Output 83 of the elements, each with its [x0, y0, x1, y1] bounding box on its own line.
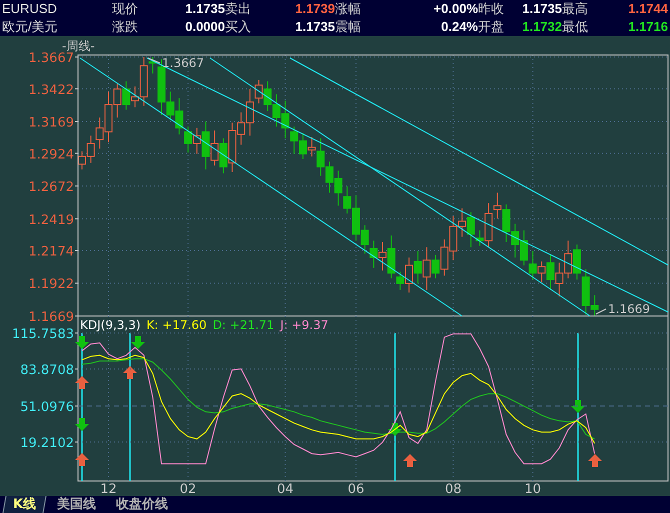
indicator-axis-label: 19.2102 [20, 436, 74, 452]
price-axis-label: 1.1922 [28, 277, 74, 292]
candlestick [520, 230, 528, 266]
candlestick [184, 126, 192, 154]
field-label: 涨跌 [112, 18, 139, 36]
down-arrow-icon [75, 418, 89, 431]
indicator-axis-label: 51.0976 [20, 400, 74, 416]
indicator-axis-label: 83.8708 [20, 363, 74, 378]
candlestick [210, 130, 219, 166]
low-price-label: 1.1669 [608, 302, 650, 316]
period-label: -周线- [62, 39, 95, 53]
time-axis-label: 08 [444, 482, 462, 496]
indicator-legend-item: J: +9.37 [280, 318, 328, 332]
high-price-label: 1.3667 [162, 56, 204, 70]
candlestick [281, 100, 290, 139]
candlestick [175, 98, 184, 135]
chart-type-tab[interactable]: K线 [2, 496, 47, 513]
price-axis-label: 1.3667 [28, 51, 74, 66]
price-axis-label: 1.3422 [28, 82, 74, 98]
up-arrow-icon [123, 366, 137, 379]
field-value: 1.1735 [294, 18, 335, 36]
down-arrow-icon [131, 336, 145, 349]
price-axis-label: 1.2419 [28, 212, 74, 228]
down-arrow-icon [75, 336, 89, 349]
indicator-axis-label: 115.7583 [12, 327, 74, 342]
up-arrow-icon [75, 376, 89, 389]
candlestick [370, 240, 378, 268]
field-label: 涨幅 [335, 0, 362, 18]
chart-type-tab[interactable]: 收盘价线 [108, 496, 176, 513]
field-value: +0.00% [432, 0, 478, 18]
candlestick [219, 138, 228, 174]
indicator-legend-item: D: +21.71 [212, 318, 274, 332]
field-value: 1.1735 [184, 0, 225, 18]
field-value: 1.1744 [627, 0, 668, 18]
candlestick [528, 250, 537, 280]
candlestick [298, 132, 307, 160]
time-axis-label: 02 [180, 482, 196, 496]
price-axis-label: 1.2924 [28, 147, 74, 162]
candlestick [290, 126, 298, 154]
indicator-legend-item: K: +17.60 [146, 318, 207, 332]
field-label: 最高 [562, 0, 589, 18]
candlestick [572, 244, 581, 280]
candlestick [511, 223, 520, 258]
field-label: 昨收 [478, 0, 505, 18]
time-axis-label: 04 [277, 482, 294, 496]
candlestick [502, 204, 510, 242]
field-value: 1.1739 [294, 0, 335, 18]
price-axis-label: 1.3169 [28, 116, 74, 131]
candlestick [555, 262, 564, 297]
field-label: 买入 [225, 18, 252, 36]
field-value: 0.24% [440, 18, 478, 36]
candlestick [325, 161, 334, 194]
symbol-name: 欧元/美元 [2, 18, 59, 36]
field-label: 最低 [562, 18, 589, 36]
candlestick [414, 250, 422, 284]
field-value: 1.1716 [627, 18, 668, 36]
price-axis-label: 1.2672 [28, 180, 74, 195]
price-axis-label: 1.1669 [28, 310, 74, 325]
symbol-code: EURUSD [2, 0, 58, 18]
leader-line [148, 58, 160, 64]
up-arrow-icon [588, 454, 602, 467]
candlestick [122, 80, 130, 110]
down-arrow-icon [571, 400, 585, 413]
candlestick [264, 80, 272, 112]
field-label: 现价 [112, 0, 139, 18]
candlestick [334, 170, 342, 206]
price-axis-label: 1.2174 [28, 244, 74, 260]
time-axis-label: 06 [348, 482, 364, 496]
up-arrow-icon [75, 453, 89, 466]
field-label: 卖出 [225, 0, 252, 18]
chart-type-tab[interactable]: 美国线 [49, 496, 104, 513]
field-label: 震幅 [335, 18, 362, 36]
field-value: 0.0000 [184, 18, 225, 36]
up-arrow-icon [403, 454, 417, 467]
candlestick [272, 94, 280, 128]
field-value: 1.1732 [521, 18, 562, 36]
time-axis-label: 12 [100, 482, 117, 496]
field-value: 1.1735 [521, 0, 562, 18]
indicator-legend-item: KDJ(9,3,3) [80, 318, 141, 332]
time-axis-label: 10 [524, 482, 542, 496]
field-label: 开盘 [478, 18, 505, 36]
candlestick [564, 240, 572, 279]
down-arrow-icon [388, 423, 402, 436]
